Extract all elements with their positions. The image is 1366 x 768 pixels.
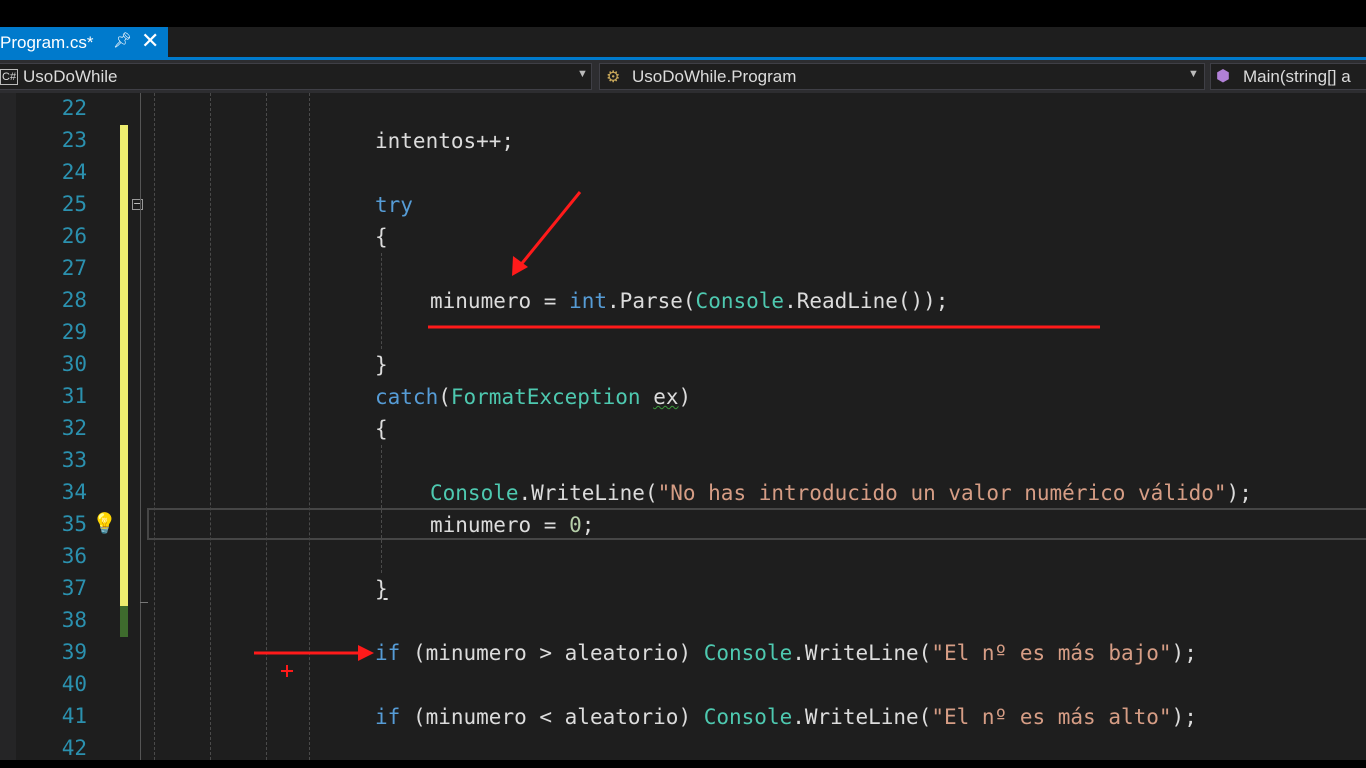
line-number: 25 [61,192,87,216]
line-number: 23 [61,128,87,152]
current-line-highlight [147,508,1366,540]
line-number: 32 [61,416,87,440]
code-line-28: minumero = int.Parse(Console.ReadLine())… [430,289,949,313]
line-number: 38 [61,608,87,632]
navigation-bar: C# UsoDoWhile ▼ ⚙ UsoDoWhile.Program ▼ ⬢… [0,60,1366,93]
member-label: Main(string[] a [1243,67,1351,86]
tab-program-cs[interactable]: Program.cs* 📌︎ ✕ [0,27,168,58]
outline-end [140,602,148,603]
bottom-black-band [0,760,1366,768]
method-icon: ⬢ [1216,68,1230,85]
code-editor[interactable]: 22 23 24 25 26 27 28 29 30 31 32 33 34 35 36 37 38 39 40 41… [0,93,1366,760]
unsaved-change-bar [120,125,128,606]
collapse-icon[interactable]: − [132,198,143,210]
code-line-37: } [375,577,388,601]
line-number: 28 [61,288,87,312]
code-line-39: if (minumero > aleatorio) Console.WriteL… [375,641,1197,665]
indent-guide [154,93,155,760]
line-number: 37 [61,576,87,600]
saved-change-bar [120,606,128,637]
line-number: 35 [61,512,87,536]
code-line-26: { [375,225,388,249]
member-dropdown[interactable]: ⬢ Main(string[] a [1210,63,1366,90]
code-line-25: try [375,193,413,217]
annotation-arrow-diagonal [517,191,582,268]
code-line-41: if (minumero < aleatorio) Console.WriteL… [375,705,1197,729]
lightbulb-icon[interactable]: 💡 [92,511,117,536]
code-line-23: intentos++; [375,129,515,153]
code-line-34: Console.WriteLine("No has introducido un… [430,481,1252,505]
code-line-32: { [375,417,388,441]
line-number: 29 [61,320,87,344]
csharp-project-icon: C# [0,69,19,85]
indent-guide [210,93,211,760]
indent-guide [309,93,310,760]
document-tab-strip [0,27,1366,57]
line-number: 42 [61,736,87,760]
line-number: 36 [61,544,87,568]
line-number: 39 [61,640,87,664]
line-number: 22 [61,96,87,120]
code-line-30: } [375,353,388,377]
project-label: UsoDoWhile [23,67,118,86]
line-number: 27 [61,256,87,280]
tab-title: Program.cs* [0,33,94,52]
annotation-arrowhead [512,256,528,276]
project-dropdown[interactable]: C# UsoDoWhile ▼ [0,63,592,90]
line-number: 41 [61,704,87,728]
pin-icon[interactable]: 📌︎ [113,31,132,49]
chevron-down-icon: ▼ [577,68,588,80]
line-number: 30 [61,352,87,376]
line-number: 40 [61,672,87,696]
code-line-31: catch(FormatException ex) [375,385,692,409]
line-number: 26 [61,224,87,248]
class-dropdown[interactable]: ⚙ UsoDoWhile.Program ▼ [599,63,1205,90]
class-label: UsoDoWhile.Program [632,67,797,86]
line-number: 33 [61,448,87,472]
outline-line [140,93,141,760]
code-line-35: minumero = 0; [430,513,595,537]
line-number: 34 [61,480,87,504]
indicator-margin [0,93,16,760]
top-black-band [0,0,1366,27]
indent-guide [381,253,382,349]
close-icon[interactable]: ✕ [141,28,159,54]
indent-guide [266,93,267,760]
line-number: 24 [61,160,87,184]
annotation-arrowhead [358,645,374,661]
class-icon: ⚙ [606,69,621,86]
line-number: 31 [61,384,87,408]
chevron-down-icon: ▼ [1188,68,1199,80]
